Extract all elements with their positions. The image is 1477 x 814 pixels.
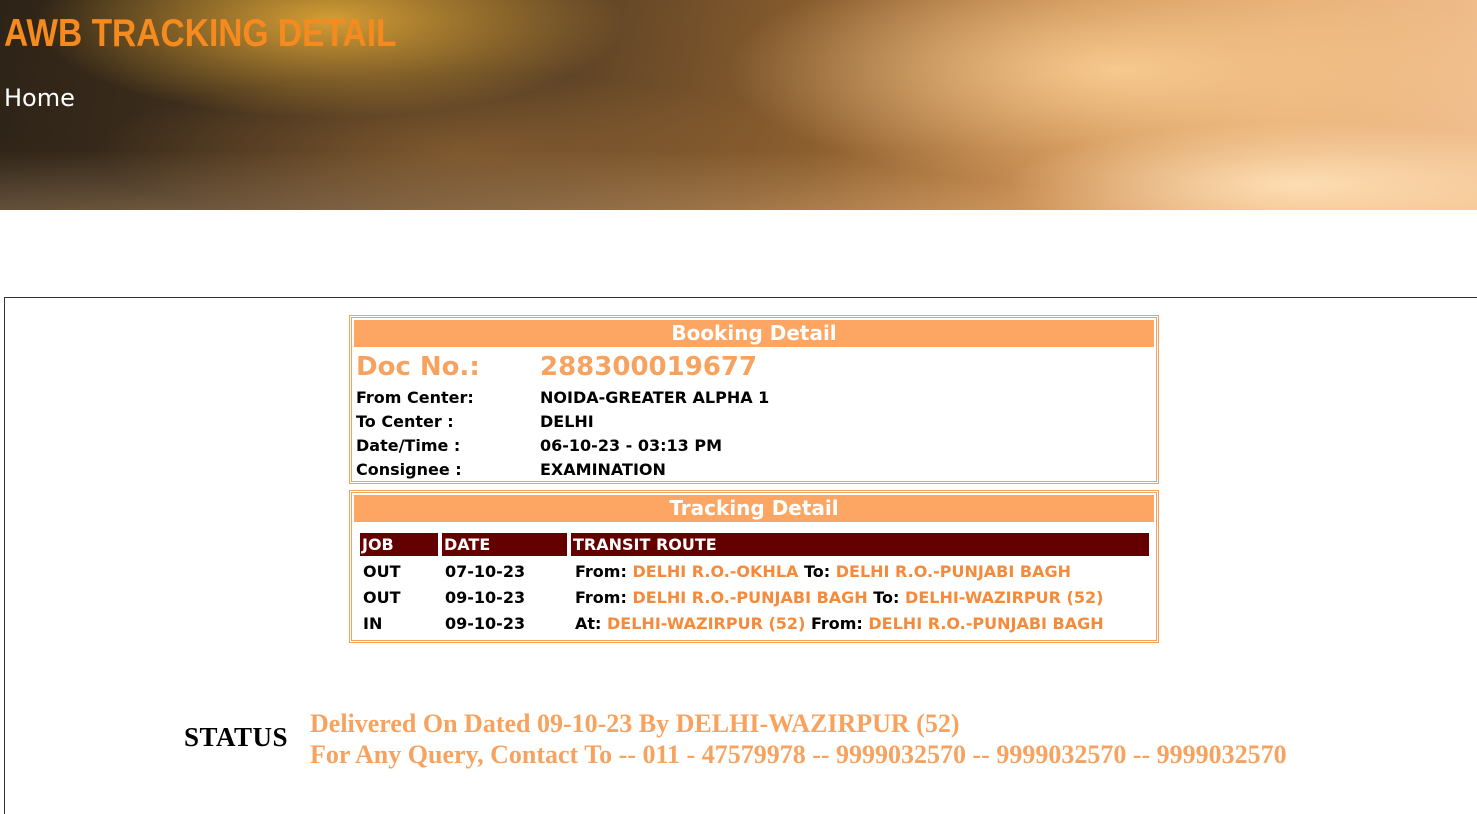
tracking-detail-panel: Tracking Detail JOB DATE TRANSIT ROUTE O… (349, 490, 1159, 643)
delivery-status-text: Delivered On Dated 09-10-23 By DELHI-WAZ… (310, 709, 960, 738)
doc-number-value: 288300019677 (540, 352, 758, 382)
route-cell: From: DELHI R.O.-OKHLA To: DELHI R.O.-PU… (575, 562, 1071, 581)
route-keyword: From: (575, 588, 627, 607)
job-cell: OUT (363, 562, 401, 581)
table-row: OUT 07-10-23 From: DELHI R.O.-OKHLA To: … (360, 562, 1150, 586)
status-label: STATUS (184, 722, 289, 752)
contact-info-text: For Any Query, Contact To -- 011 - 47579… (310, 740, 1287, 769)
route-location: DELHI-WAZIRPUR (52) (905, 588, 1104, 607)
to-center-value: DELHI (540, 412, 594, 431)
route-location: DELHI R.O.-OKHLA (632, 562, 799, 581)
date-time-label: Date/Time : (356, 436, 461, 455)
route-keyword: To: (803, 562, 831, 581)
doc-number-label: Doc No.: (356, 352, 480, 382)
booking-detail-header: Booking Detail (354, 320, 1154, 347)
table-row: OUT 09-10-23 From: DELHI R.O.-PUNJABI BA… (360, 588, 1150, 612)
page-title: AWB TRACKING DETAIL (4, 12, 397, 55)
date-time-value: 06-10-23 - 03:13 PM (540, 436, 723, 455)
route-keyword: From: (575, 562, 627, 581)
consignee-value: EXAMINATION (540, 460, 666, 479)
job-cell: IN (363, 614, 383, 633)
date-cell: 07-10-23 (445, 562, 526, 581)
route-cell: At: DELHI-WAZIRPUR (52) From: DELHI R.O.… (575, 614, 1104, 633)
from-center-label: From Center: (356, 388, 474, 407)
breadcrumb-home[interactable]: Home (4, 84, 75, 112)
table-row: IN 09-10-23 At: DELHI-WAZIRPUR (52) From… (360, 614, 1150, 638)
route-keyword: To: (873, 588, 900, 607)
route-location: DELHI R.O.-PUNJABI BAGH (868, 614, 1104, 633)
route-location: DELHI-WAZIRPUR (52) (607, 614, 806, 633)
route-location: DELHI R.O.-PUNJABI BAGH (632, 588, 868, 607)
route-keyword: At: (575, 614, 602, 633)
from-center-value: NOIDA-GREATER ALPHA 1 (540, 388, 770, 407)
column-header-transit-route: TRANSIT ROUTE (571, 533, 1149, 556)
page-banner: AWB TRACKING DETAIL Home (0, 0, 1477, 210)
to-center-label: To Center : (356, 412, 454, 431)
route-keyword: From: (810, 614, 863, 633)
tracking-table-header: JOB DATE TRANSIT ROUTE (360, 533, 1150, 556)
route-cell: From: DELHI R.O.-PUNJABI BAGH To: DELHI-… (575, 588, 1103, 607)
date-cell: 09-10-23 (445, 588, 526, 607)
booking-detail-panel: Booking Detail Doc No.: 288300019677 Fro… (349, 315, 1159, 484)
tracking-detail-header: Tracking Detail (354, 495, 1154, 522)
column-header-job: JOB (360, 533, 438, 556)
column-header-date: DATE (442, 533, 567, 556)
consignee-label: Consignee : (356, 460, 462, 479)
date-cell: 09-10-23 (445, 614, 526, 633)
job-cell: OUT (363, 588, 401, 607)
route-location: DELHI R.O.-PUNJABI BAGH (835, 562, 1071, 581)
